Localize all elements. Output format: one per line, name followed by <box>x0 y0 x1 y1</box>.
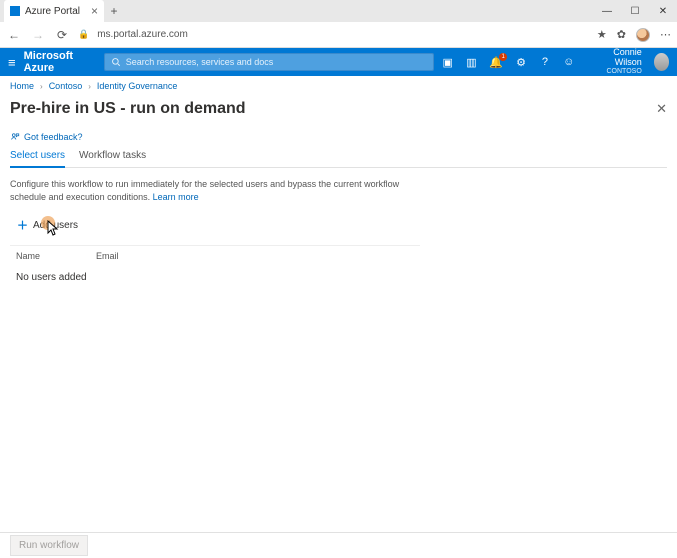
nav-forward-button: → <box>30 28 46 42</box>
column-email[interactable]: Email <box>96 251 414 261</box>
new-tab-button[interactable]: + <box>104 0 124 22</box>
users-table: Name Email No users added <box>10 245 420 289</box>
notifications-icon[interactable]: 🔔1 <box>489 56 503 69</box>
add-users-button[interactable]: ＋ Add users <box>10 213 85 237</box>
crumb-identity-governance[interactable]: Identity Governance <box>97 81 178 91</box>
extensions-icon[interactable]: ✿ <box>617 28 626 41</box>
search-placeholder: Search resources, services and docs <box>126 57 274 67</box>
tab-workflow-tasks[interactable]: Workflow tasks <box>79 150 146 167</box>
favorites-icon[interactable]: ★ <box>597 28 607 41</box>
hamburger-icon[interactable]: ≡ <box>8 55 16 70</box>
nav-back-button[interactable]: ← <box>6 28 22 42</box>
tab-select-users[interactable]: Select users <box>10 150 65 168</box>
chevron-right-icon: › <box>88 82 91 91</box>
account-directory: CONTOSO <box>593 68 642 76</box>
window-maximize-button[interactable]: ☐ <box>621 0 649 22</box>
account-name: Connie Wilson <box>593 48 642 68</box>
run-workflow-button: Run workflow <box>10 535 88 556</box>
notification-badge: 1 <box>499 53 507 61</box>
account-block[interactable]: Connie Wilson CONTOSO <box>593 48 642 75</box>
azure-favicon <box>10 6 20 16</box>
description-body: Configure this workflow to run immediate… <box>10 179 399 202</box>
global-search-input[interactable]: Search resources, services and docs <box>104 53 434 71</box>
cloud-shell-icon[interactable]: ▣ <box>442 56 454 69</box>
feedback-label: Got feedback? <box>24 132 83 142</box>
settings-icon[interactable]: ⚙ <box>515 56 527 69</box>
description-text: Configure this workflow to run immediate… <box>10 178 430 203</box>
browser-profile-avatar[interactable] <box>636 28 650 42</box>
panel-footer: Run workflow <box>0 532 677 558</box>
nav-refresh-button[interactable]: ⟳ <box>54 28 70 42</box>
breadcrumb: Home › Contoso › Identity Governance <box>0 76 677 96</box>
learn-more-link[interactable]: Learn more <box>153 192 199 202</box>
column-name[interactable]: Name <box>16 251 96 261</box>
person-feedback-icon <box>10 132 20 142</box>
tab-close-icon[interactable]: × <box>91 4 98 18</box>
address-url[interactable]: ms.portal.azure.com <box>97 29 589 40</box>
crumb-contoso[interactable]: Contoso <box>49 81 83 91</box>
tab-title: Azure Portal <box>25 6 80 17</box>
plus-icon: ＋ <box>17 217 28 233</box>
page-title: Pre-hire in US - run on demand <box>10 100 246 118</box>
search-icon <box>111 57 121 67</box>
lock-icon: 🔒 <box>78 29 89 40</box>
browser-menu-icon[interactable]: ⋯ <box>660 28 671 41</box>
help-icon[interactable]: ? <box>539 56 551 68</box>
panel-close-button[interactable]: ✕ <box>656 101 667 117</box>
feedback-face-icon[interactable]: ☺ <box>563 56 575 68</box>
chevron-right-icon: › <box>40 82 43 91</box>
brand-label[interactable]: Microsoft Azure <box>24 50 84 74</box>
account-avatar[interactable] <box>654 53 669 71</box>
window-close-button[interactable]: ✕ <box>649 0 677 22</box>
azure-global-header: ≡ Microsoft Azure Search resources, serv… <box>0 48 677 76</box>
feedback-link[interactable]: Got feedback? <box>10 132 667 142</box>
crumb-home[interactable]: Home <box>10 81 34 91</box>
empty-state-text: No users added <box>10 266 420 289</box>
window-minimize-button[interactable]: — <box>593 0 621 22</box>
directory-filter-icon[interactable]: ▥ <box>466 56 478 69</box>
add-users-label: Add users <box>33 220 78 231</box>
browser-tab[interactable]: Azure Portal × <box>4 0 104 22</box>
